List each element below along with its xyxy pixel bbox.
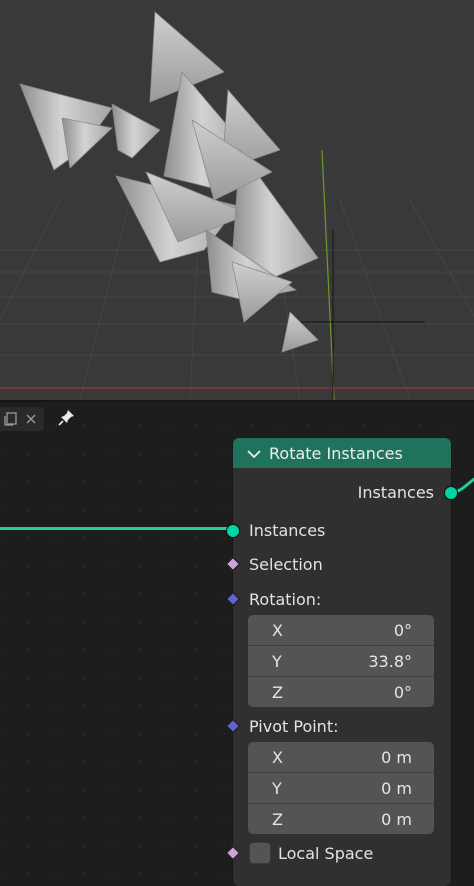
rotation-y-field[interactable]: Y 33.8°	[248, 646, 434, 677]
rotation-x-value: 0°	[393, 620, 412, 640]
collapse-chevron-icon[interactable]	[247, 444, 261, 463]
copy-icon[interactable]	[2, 411, 18, 427]
pivot-x-value: 0 m	[381, 747, 412, 767]
pivot-y-axis: Y	[272, 778, 282, 798]
rotation-y-axis: Y	[272, 651, 282, 671]
pivot-x-axis: X	[272, 747, 283, 767]
node-title: Rotate Instances	[269, 443, 403, 463]
output-instances-row: Instances	[233, 480, 451, 504]
input-instances-socket[interactable]	[226, 524, 240, 538]
rotation-row: Rotation:	[233, 587, 451, 611]
pivot-vector-field: X 0 m Y 0 m Z 0 m	[248, 742, 434, 834]
pivot-z-field[interactable]: Z 0 m	[248, 804, 434, 834]
rotation-z-field[interactable]: Z 0°	[248, 677, 434, 707]
rotation-z-value: 0°	[393, 682, 412, 702]
input-instances-label: Instances	[249, 520, 326, 540]
rotation-label: Rotation:	[249, 589, 322, 609]
pivot-x-field[interactable]: X 0 m	[248, 742, 434, 773]
pivot-z-value: 0 m	[381, 809, 412, 829]
cone-instances	[19, 11, 319, 353]
output-instances-label: Instances	[357, 482, 434, 502]
rotation-vector-field: X 0° Y 33.8° Z 0°	[248, 615, 434, 707]
input-instances-row: Instances	[233, 518, 451, 542]
pivot-y-field[interactable]: Y 0 m	[248, 773, 434, 804]
pivot-point-row: Pivot Point:	[233, 714, 451, 738]
selection-row: Selection	[233, 552, 451, 576]
rotate-instances-node[interactable]: Rotate Instances Instances Instances Sel…	[225, 438, 458, 886]
node-editor-header-icons	[0, 406, 76, 432]
local-space-label: Local Space	[278, 843, 374, 863]
selection-label: Selection	[249, 554, 323, 574]
node-header[interactable]: Rotate Instances	[233, 438, 451, 468]
node-editor[interactable]: Rotate Instances Instances Instances Sel…	[0, 402, 474, 886]
instances-link[interactable]	[0, 527, 233, 530]
3d-viewport[interactable]	[0, 0, 474, 400]
datablock-selector	[0, 407, 44, 431]
rotation-z-axis: Z	[272, 682, 283, 702]
local-space-row: Local Space	[233, 841, 451, 865]
local-space-checkbox[interactable]	[249, 842, 271, 864]
pivot-z-axis: Z	[272, 809, 283, 829]
pivot-y-value: 0 m	[381, 778, 412, 798]
viewport-scene	[0, 11, 474, 400]
rotation-x-axis: X	[272, 620, 283, 640]
output-instances-socket[interactable]	[444, 486, 458, 500]
rotation-x-field[interactable]: X 0°	[248, 615, 434, 646]
rotation-y-value: 33.8°	[368, 651, 412, 671]
close-icon[interactable]	[24, 412, 38, 426]
pivot-point-label: Pivot Point:	[249, 716, 339, 736]
pin-icon[interactable]	[58, 408, 76, 430]
y-axis-line	[321, 149, 335, 400]
